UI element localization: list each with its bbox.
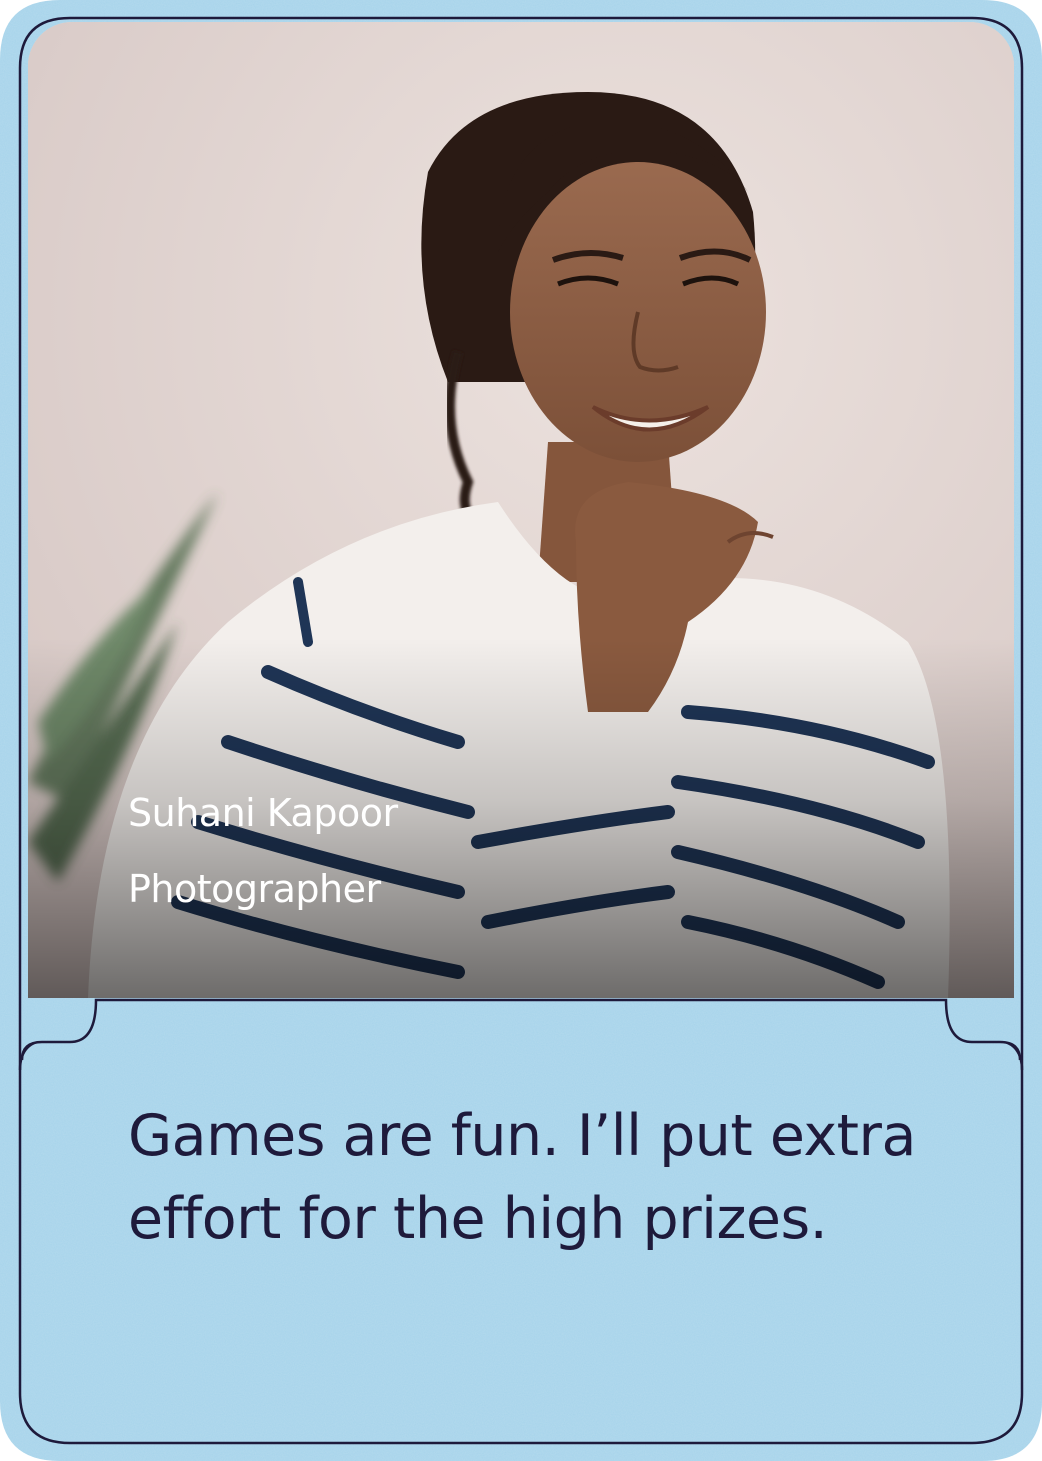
person-role: Photographer <box>128 867 381 911</box>
testimonial-quote: Games are fun. I’ll put extra effort for… <box>128 1103 916 1252</box>
profile-photo: Suhani Kapoor Photographer <box>28 22 1014 998</box>
person-name: Suhani Kapoor <box>128 791 398 835</box>
testimonial-card: Suhani Kapoor Photographer Games are fun… <box>0 0 1042 1461</box>
